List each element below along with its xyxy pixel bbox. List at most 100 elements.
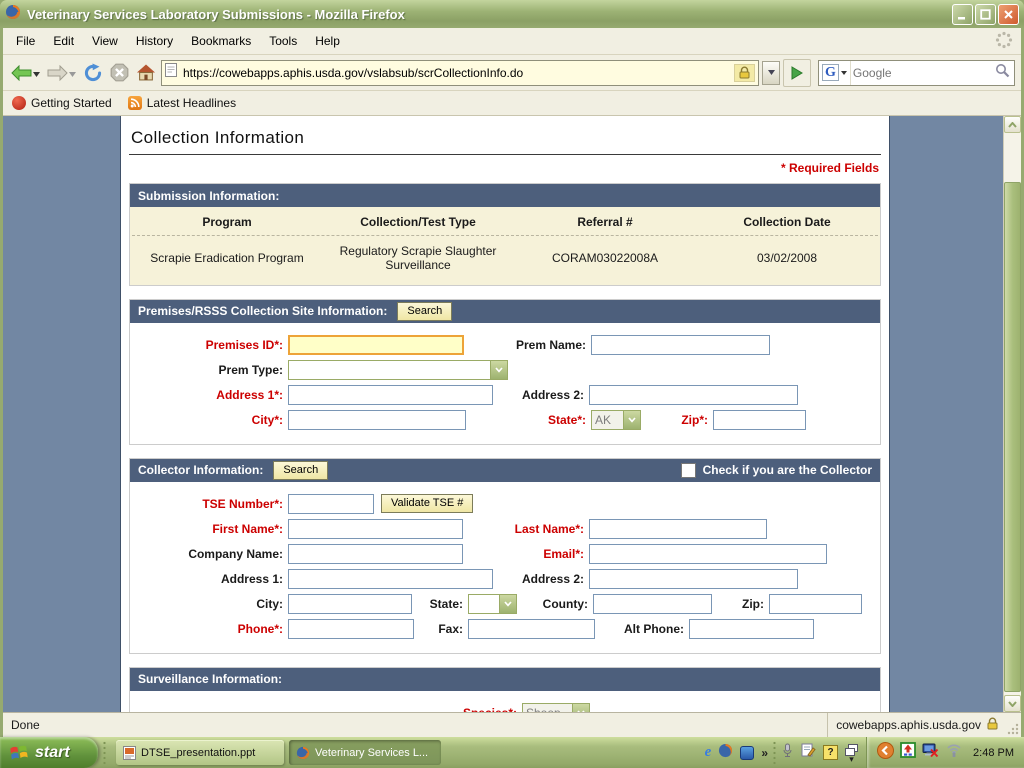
submission-header-label: Submission Information: <box>138 189 279 203</box>
url-input[interactable] <box>181 62 730 84</box>
window-restore-tray-icon[interactable]: ▾ <box>845 744 858 762</box>
stop-button[interactable] <box>108 59 131 87</box>
status-lock-icon <box>986 717 999 733</box>
throbber-icon <box>995 31 1013 52</box>
scroll-up-button[interactable] <box>1004 116 1021 133</box>
back-dropdown-icon[interactable] <box>33 64 40 82</box>
collector-state-select[interactable] <box>468 594 517 614</box>
task-label: Veterinary Services L... <box>315 747 428 759</box>
collector-header-label: Collector Information: <box>138 463 263 477</box>
search-icon[interactable] <box>991 63 1014 83</box>
page-icon <box>165 63 177 82</box>
collector-zip-input[interactable] <box>769 594 862 614</box>
maximize-button[interactable] <box>975 4 996 25</box>
collector-city-input[interactable] <box>288 594 412 614</box>
phone-input[interactable] <box>288 619 414 639</box>
species-select[interactable]: Sheep <box>522 703 590 712</box>
county-label: County: <box>517 597 593 611</box>
cell-referral: CORAM03022008A <box>514 251 696 265</box>
menu-bookmarks[interactable]: Bookmarks <box>182 31 260 51</box>
county-input[interactable] <box>593 594 712 614</box>
search-bar: G <box>818 60 1015 86</box>
home-button[interactable] <box>134 59 158 87</box>
forward-dropdown-icon[interactable] <box>69 64 76 82</box>
bookmark-label: Latest Headlines <box>147 96 236 110</box>
forward-button[interactable] <box>45 59 78 87</box>
surveillance-header-label: Surveillance Information: <box>138 672 282 686</box>
premises-section-header: Premises/RSSS Collection Site Informatio… <box>130 300 880 323</box>
last-name-input[interactable] <box>589 519 767 539</box>
collector-city-label: City: <box>130 597 288 611</box>
wireless-network-icon[interactable] <box>945 743 963 763</box>
premises-address1-input[interactable] <box>288 385 493 405</box>
search-engine-button[interactable]: G <box>819 61 851 85</box>
hide-icons-chevron[interactable] <box>877 742 894 764</box>
collector-self-checkbox[interactable] <box>681 463 696 478</box>
dropdown-arrow-icon[interactable] <box>623 411 640 429</box>
taskbar-clock[interactable]: 2:48 PM <box>973 747 1014 759</box>
dropdown-arrow-icon[interactable] <box>490 361 507 379</box>
prem-type-select[interactable] <box>288 360 508 380</box>
url-dropdown-button[interactable] <box>762 61 780 85</box>
email-input[interactable] <box>589 544 827 564</box>
validate-tse-button[interactable]: Validate TSE # <box>381 494 473 513</box>
menu-edit[interactable]: Edit <box>44 31 83 51</box>
company-name-label: Company Name: <box>130 547 288 561</box>
scroll-down-button[interactable] <box>1004 695 1021 712</box>
tse-number-input[interactable] <box>288 494 374 514</box>
reload-button[interactable] <box>81 59 105 87</box>
help-icon[interactable]: ? <box>823 745 838 760</box>
company-name-input[interactable] <box>288 544 463 564</box>
scrollbar-thumb[interactable] <box>1004 182 1021 692</box>
browser-chrome: File Edit View History Bookmarks Tools H… <box>0 28 1024 737</box>
prem-name-input[interactable] <box>591 335 770 355</box>
close-button[interactable] <box>998 4 1019 25</box>
app-quicklaunch-icon[interactable] <box>740 746 754 760</box>
bookmark-getting-started[interactable]: Getting Started <box>12 96 112 110</box>
microphone-icon[interactable] <box>781 743 794 763</box>
premises-header-label: Premises/RSSS Collection Site Informatio… <box>138 304 387 318</box>
first-name-input[interactable] <box>288 519 463 539</box>
internet-explorer-icon[interactable]: e <box>705 744 712 761</box>
task-button-firefox[interactable]: Veterinary Services L... <box>289 740 441 765</box>
collector-address1-input[interactable] <box>288 569 493 589</box>
network-disconnected-icon[interactable] <box>922 743 939 763</box>
upload-status-tray-icon[interactable] <box>900 742 916 763</box>
firefox-quicklaunch-icon[interactable] <box>718 743 733 763</box>
start-button[interactable]: start <box>0 737 98 768</box>
menu-view[interactable]: View <box>83 31 127 51</box>
dropdown-arrow-icon[interactable] <box>499 595 516 613</box>
premises-search-button[interactable]: Search <box>397 302 452 321</box>
collector-address2-input[interactable] <box>589 569 798 589</box>
address-bar[interactable] <box>161 60 759 86</box>
minimize-button[interactable] <box>952 4 973 25</box>
back-button[interactable] <box>9 59 42 87</box>
premises-state-select[interactable]: AK <box>591 410 641 430</box>
premises-address2-input[interactable] <box>589 385 798 405</box>
alt-phone-input[interactable] <box>689 619 814 639</box>
fax-input[interactable] <box>468 619 595 639</box>
menu-help[interactable]: Help <box>306 31 349 51</box>
premises-city-input[interactable] <box>288 410 466 430</box>
required-fields-note: * Required Fields <box>127 161 879 175</box>
resize-grip[interactable] <box>1007 713 1021 737</box>
vertical-scrollbar[interactable] <box>1003 116 1021 712</box>
task-button-powerpoint[interactable]: DTSE_presentation.ppt <box>116 740 284 765</box>
quicklaunch-overflow-chevron[interactable]: » <box>761 746 768 760</box>
premises-zip-input[interactable] <box>713 410 806 430</box>
search-input[interactable] <box>851 63 991 83</box>
notes-icon[interactable] <box>801 743 816 762</box>
bookmark-latest-headlines[interactable]: Latest Headlines <box>128 96 236 110</box>
premises-id-input[interactable] <box>288 335 464 355</box>
menu-file[interactable]: File <box>7 31 44 51</box>
menu-tools[interactable]: Tools <box>260 31 306 51</box>
go-button[interactable] <box>783 59 811 87</box>
last-name-label: Last Name*: <box>463 522 589 536</box>
dropdown-arrow-icon[interactable] <box>572 704 589 712</box>
cell-program: Scrapie Eradication Program <box>132 251 322 265</box>
taskbar-separator <box>772 741 777 765</box>
collector-checkbox-label: Check if you are the Collector <box>703 463 872 477</box>
collector-search-button[interactable]: Search <box>273 461 328 480</box>
menu-history[interactable]: History <box>127 31 182 51</box>
col-program: Program <box>132 215 322 229</box>
